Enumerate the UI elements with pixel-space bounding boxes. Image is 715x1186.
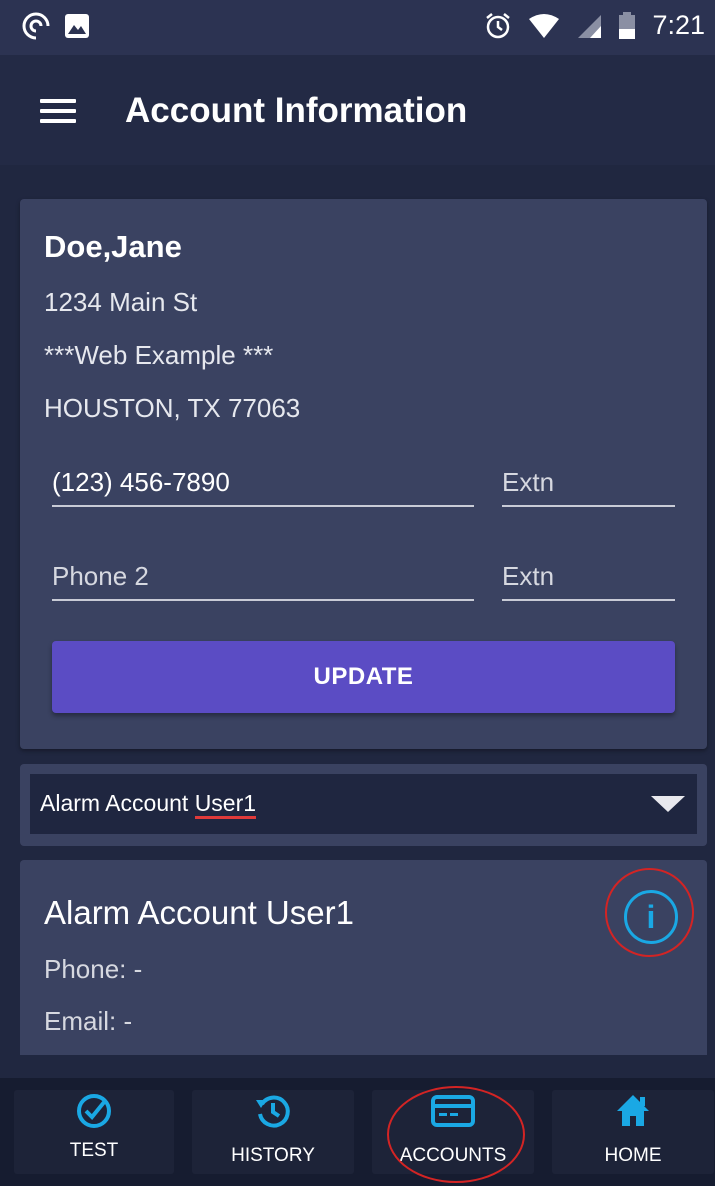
app-bar: Account Information	[0, 55, 715, 165]
alarm-clock-icon	[486, 12, 511, 38]
history-icon	[256, 1095, 290, 1128]
signal-app-icon	[22, 12, 50, 40]
cell-signal-icon	[578, 14, 602, 38]
nav-history[interactable]: HISTORY	[192, 1090, 354, 1174]
phone-2-field[interactable]: Phone 2	[52, 559, 474, 601]
image-icon	[65, 14, 89, 38]
address-line-2: ***Web Example ***	[44, 340, 274, 370]
home-icon	[617, 1095, 649, 1126]
user-card: Alarm Account User1 Phone: - Email: - i	[20, 860, 707, 1055]
status-bar: 7:21	[0, 0, 715, 55]
battery-icon	[619, 11, 636, 39]
status-left-icons	[22, 12, 90, 40]
info-icon[interactable]: i	[624, 890, 678, 944]
user-name: Alarm Account User1	[44, 894, 354, 931]
check-circle-icon	[77, 1094, 111, 1128]
account-card: Doe,Jane 1234 Main St ***Web Example ***…	[20, 199, 707, 749]
user-select-container: Alarm Account User1	[20, 764, 707, 846]
dropdown-selected-prefix: Alarm Account	[40, 790, 195, 816]
nav-home[interactable]: HOME	[552, 1090, 714, 1174]
alarm-user-dropdown[interactable]: Alarm Account User1	[30, 774, 697, 834]
status-time: 7:21	[652, 10, 705, 40]
update-button[interactable]: UPDATE	[52, 641, 675, 713]
wifi-icon	[529, 13, 560, 38]
hamburger-menu-icon[interactable]	[40, 99, 76, 123]
nav-test[interactable]: TEST	[14, 1090, 174, 1174]
phone-1-extension-field[interactable]: Extn	[502, 465, 675, 507]
nav-home-label: HOME	[604, 1145, 662, 1166]
bottom-nav: TEST HISTORY ACCOUNTS HOME	[0, 1078, 715, 1186]
address-line-3: HOUSTON, TX 77063	[44, 393, 301, 423]
chevron-down-icon[interactable]	[651, 796, 685, 812]
annotation-circle	[387, 1086, 525, 1183]
dropdown-selected-value: Alarm Account User1	[40, 790, 257, 819]
dropdown-selected-suffix: User1	[194, 790, 257, 819]
user-phone: Phone: -	[44, 954, 143, 984]
page-title: Account Information	[125, 91, 468, 130]
nav-test-label: TEST	[69, 1140, 119, 1161]
nav-history-label: HISTORY	[231, 1145, 315, 1166]
address-line-1: 1234 Main St	[44, 287, 198, 317]
status-right-icons: 7:21	[484, 10, 705, 41]
phone-2-extension-field[interactable]: Extn	[502, 559, 675, 601]
user-email: Email: -	[44, 1006, 133, 1036]
phone-1-field[interactable]: (123) 456-7890	[52, 465, 474, 507]
account-name: Doe,Jane	[44, 229, 182, 264]
